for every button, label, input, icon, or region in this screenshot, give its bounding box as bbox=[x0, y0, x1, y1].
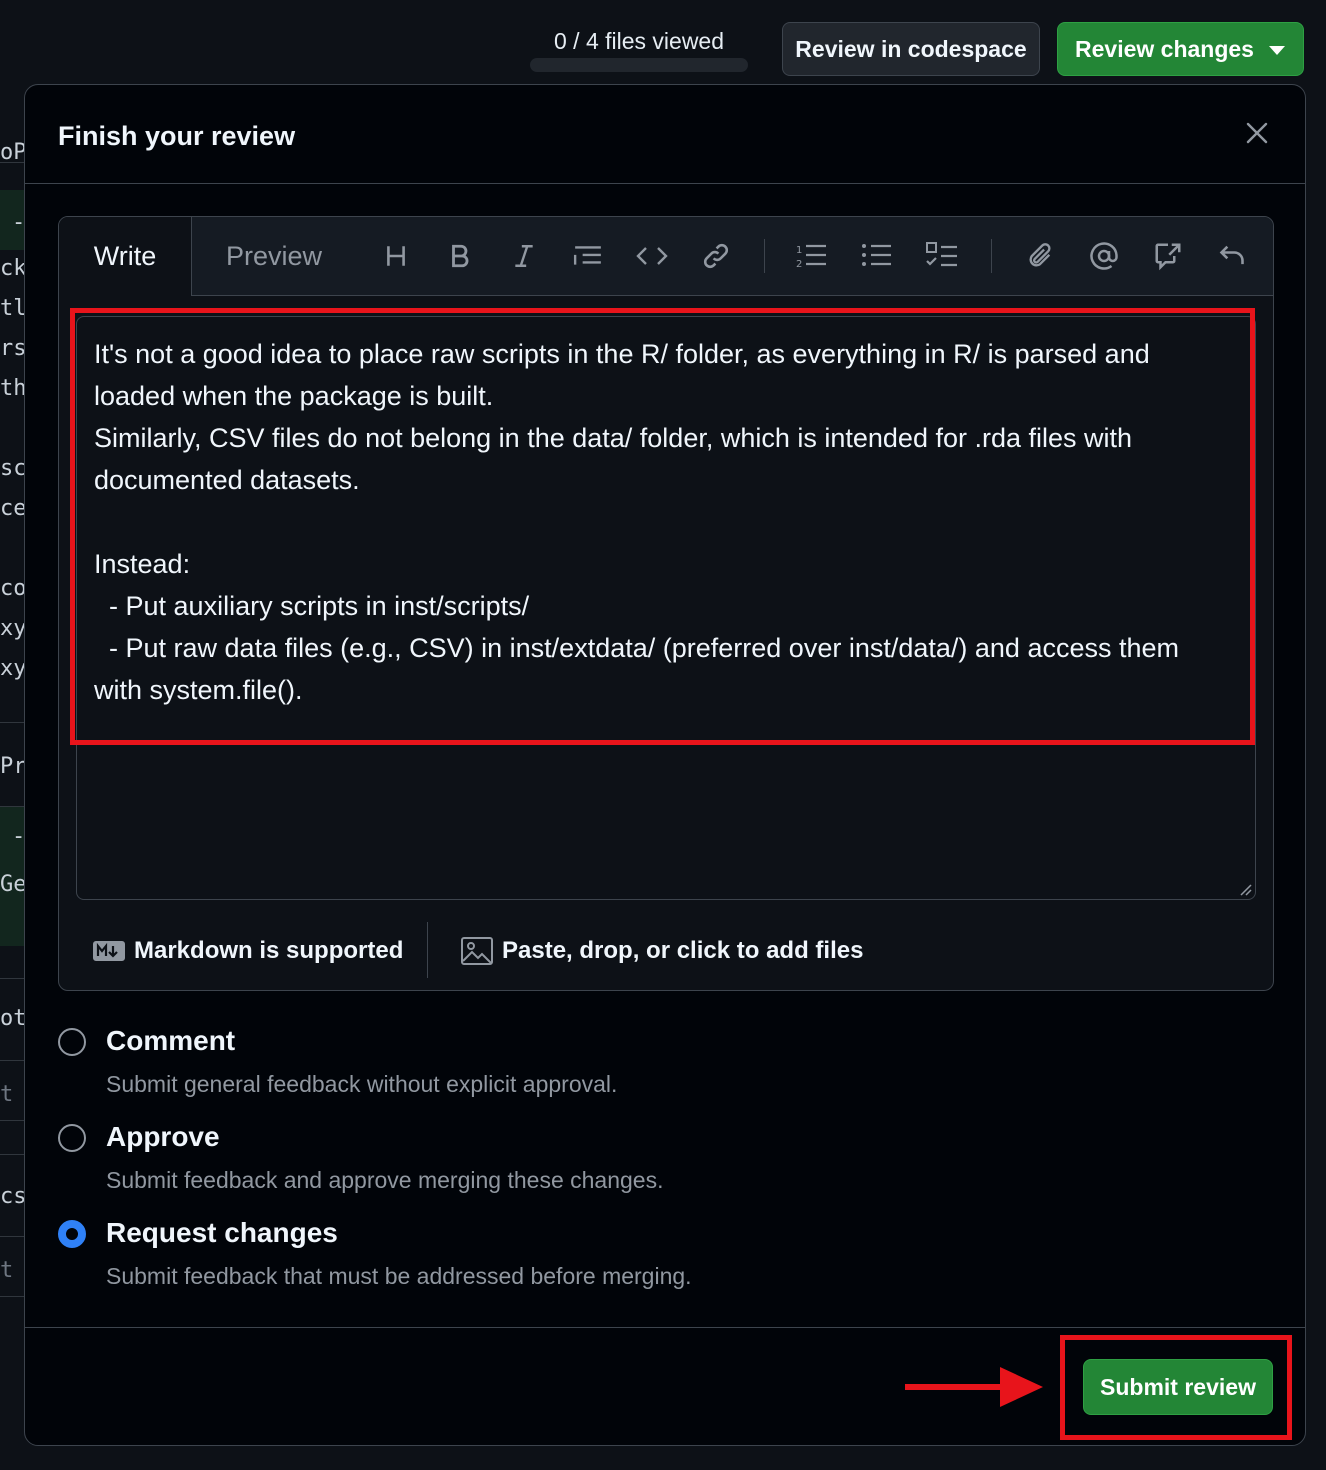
gutter-fragment: co bbox=[0, 576, 26, 601]
option-title: Approve bbox=[106, 1121, 220, 1152]
comment-textarea[interactable]: It's not a good idea to place raw script… bbox=[76, 316, 1256, 900]
markdown-supported-link[interactable]: Markdown is supported bbox=[93, 937, 403, 965]
approve-radio[interactable] bbox=[58, 1124, 86, 1152]
tab-preview[interactable]: Preview bbox=[209, 217, 339, 295]
review-changes-label: Review changes bbox=[1075, 35, 1254, 62]
gutter-fragment: ce bbox=[0, 496, 26, 521]
caret-down-icon bbox=[1269, 46, 1285, 55]
option-description: Submit general feedback without explicit… bbox=[106, 1071, 618, 1097]
files-viewed-progress bbox=[530, 58, 748, 72]
submit-review-button[interactable]: Submit review bbox=[1083, 1359, 1273, 1415]
gutter-fragment: xy bbox=[0, 616, 26, 641]
heading-icon[interactable] bbox=[379, 239, 413, 273]
close-icon[interactable] bbox=[1245, 121, 1269, 145]
add-files-button[interactable]: Paste, drop, or click to add files bbox=[461, 937, 863, 965]
gutter-fragment: tl bbox=[0, 296, 26, 321]
gutter-fragment: rs bbox=[0, 336, 26, 361]
bullet-list-icon[interactable] bbox=[860, 239, 894, 273]
dialog-title: Finish your review bbox=[58, 121, 296, 151]
undo-icon[interactable] bbox=[1215, 239, 1249, 273]
task-list-icon[interactable] bbox=[925, 239, 959, 273]
comment-editor: Write Preview 12 It's not a good idea to… bbox=[58, 216, 1274, 991]
mention-icon[interactable] bbox=[1087, 239, 1121, 273]
background-diff-gutter: oPr - ck tl rs th sc ce co xy xy Pr - Ge… bbox=[0, 110, 26, 1300]
gutter-fragment: xy bbox=[0, 656, 26, 681]
image-icon bbox=[461, 937, 493, 965]
review-in-codespace-button[interactable]: Review in codespace bbox=[782, 22, 1040, 76]
pr-header-bar: 0 / 4 files viewed Review in codespace R… bbox=[0, 20, 1326, 80]
option-description: Submit feedback that must be addressed b… bbox=[106, 1263, 692, 1289]
gutter-fragment: th bbox=[0, 376, 26, 401]
attach-icon[interactable] bbox=[1023, 239, 1057, 273]
bold-icon[interactable] bbox=[443, 239, 477, 273]
option-request-changes[interactable]: Request changes Submit feedback that mus… bbox=[58, 1217, 1258, 1313]
add-files-label: Paste, drop, or click to add files bbox=[502, 937, 864, 964]
gutter-fragment: t c bbox=[0, 1082, 26, 1107]
gutter-fragment: Pr bbox=[0, 754, 26, 779]
review-changes-button[interactable]: Review changes bbox=[1057, 22, 1304, 76]
dialog-header: Finish your review bbox=[25, 85, 1305, 184]
gutter-fragment: Ge bbox=[0, 872, 26, 897]
finish-review-dialog: Finish your review Write Preview 1 2 It'… bbox=[24, 84, 1306, 1446]
quote-icon[interactable] bbox=[571, 239, 605, 273]
code-icon[interactable] bbox=[635, 239, 669, 273]
cross-reference-icon[interactable] bbox=[1151, 239, 1185, 273]
gutter-fragment: cs bbox=[0, 1184, 26, 1209]
editor-footer: Markdown is supported Paste, drop, or cl… bbox=[59, 922, 1273, 990]
resize-handle-icon[interactable] bbox=[1238, 882, 1252, 896]
svg-text:1: 1 bbox=[796, 245, 802, 256]
italic-icon[interactable] bbox=[507, 239, 541, 273]
comment-text: It's not a good idea to place raw script… bbox=[94, 339, 1179, 705]
option-title: Comment bbox=[106, 1025, 236, 1056]
gutter-fragment: ot bbox=[0, 1006, 26, 1031]
gutter-fragment: sc bbox=[0, 456, 26, 481]
link-icon[interactable] bbox=[699, 239, 733, 273]
comment-radio[interactable] bbox=[58, 1028, 86, 1056]
option-comment[interactable]: Comment Submit general feedback without … bbox=[58, 1025, 1258, 1121]
editor-toolbar: Write Preview 12 bbox=[59, 217, 1273, 296]
markdown-icon bbox=[93, 941, 125, 961]
tab-write[interactable]: Write bbox=[59, 217, 192, 296]
option-description: Submit feedback and approve merging thes… bbox=[106, 1167, 664, 1193]
svg-text:2: 2 bbox=[796, 259, 802, 270]
gutter-fragment: oPr bbox=[0, 140, 26, 165]
option-title: Request changes bbox=[106, 1217, 338, 1248]
gutter-fragment: ck bbox=[0, 256, 26, 281]
dialog-footer-divider bbox=[25, 1327, 1305, 1328]
option-approve[interactable]: Approve Submit feedback and approve merg… bbox=[58, 1121, 1258, 1217]
gutter-fragment: t c bbox=[0, 1258, 26, 1283]
request-changes-radio[interactable] bbox=[58, 1220, 86, 1248]
markdown-label: Markdown is supported bbox=[134, 937, 404, 964]
numbered-list-icon[interactable]: 12 bbox=[795, 239, 829, 273]
files-viewed-counter: 0 / 4 files viewed bbox=[553, 28, 725, 54]
arrow-right-icon bbox=[905, 1367, 1043, 1407]
